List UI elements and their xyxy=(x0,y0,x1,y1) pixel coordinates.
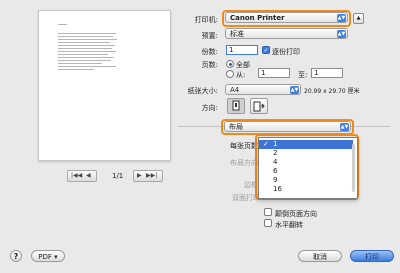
portrait-icon xyxy=(232,100,240,111)
paper-size-value: A4 xyxy=(230,86,240,94)
menu-item-1[interactable]: ✓ 1 xyxy=(259,140,353,149)
section-popup-value: 布局 xyxy=(229,123,243,131)
pages-per-sheet-menu[interactable]: ✓ 1 2 4 6 9 16 xyxy=(258,137,358,199)
popup-arrows-icon: ▲▼ xyxy=(340,123,349,131)
flip-horizontal-checkbox[interactable] xyxy=(264,219,272,227)
popup-arrows-icon: ▲▼ xyxy=(337,14,346,22)
copies-field[interactable]: 1 xyxy=(226,45,258,55)
popup-arrows-icon: ▲▼ xyxy=(337,30,346,38)
paper-dimensions: 20.99 x 29.70 厘米 xyxy=(304,88,360,95)
last-page-icon: ▶▶| xyxy=(146,172,158,179)
next-last-page-button[interactable]: ▶ ▶▶| xyxy=(133,170,163,182)
page-count: 1/1 xyxy=(112,172,124,180)
pages-from-field[interactable]: 1 xyxy=(258,68,290,78)
section-popup[interactable]: 布局 ▲▼ xyxy=(224,121,351,132)
flip-horizontal-label: 水平翻转 xyxy=(275,221,303,229)
menu-item-4[interactable]: 4 xyxy=(259,158,353,167)
pages-range-radio[interactable] xyxy=(226,70,234,78)
copies-label: 份数: xyxy=(201,48,218,56)
menu-item-9[interactable]: 9 xyxy=(259,176,353,185)
preset-label: 预置: xyxy=(201,32,218,40)
menu-item-6[interactable]: 6 xyxy=(259,167,353,176)
checkmark-icon: ✓ xyxy=(263,140,269,148)
cancel-button[interactable]: 取消 xyxy=(298,250,342,262)
print-button[interactable]: 打印 xyxy=(350,250,394,262)
pages-all-label: 全部 xyxy=(236,61,250,69)
layout-direction-label: 布局方向 xyxy=(230,159,258,167)
printer-value: Canon Printer xyxy=(230,14,285,22)
next-page-icon: ▶ xyxy=(137,172,142,179)
orientation-label: 方向: xyxy=(201,104,218,112)
popup-arrows-icon: ▲▼ xyxy=(290,86,299,94)
reverse-orientation-checkbox[interactable] xyxy=(264,208,272,216)
pages-to-field[interactable]: 1 xyxy=(311,68,343,78)
menu-item-2[interactable]: 2 xyxy=(259,149,353,158)
paper-size-label: 纸张大小: xyxy=(187,87,218,95)
first-previous-page-button[interactable]: |◀◀ ◀ xyxy=(67,170,97,182)
printer-label: 打印机: xyxy=(194,16,218,24)
pdf-button[interactable]: PDF ▾ xyxy=(31,250,65,262)
collated-checkbox[interactable]: ✓ xyxy=(262,46,270,54)
pages-from-label: 从: xyxy=(236,71,246,79)
pages-label: 页数: xyxy=(201,61,218,69)
previous-page-icon: ◀ xyxy=(86,172,91,179)
preset-value: 标准 xyxy=(230,30,244,38)
pages-all-radio[interactable] xyxy=(226,60,234,68)
pages-per-sheet-label: 每张页数 xyxy=(230,142,258,150)
reverse-orientation-label: 颠倒页面方向 xyxy=(275,210,317,218)
help-button[interactable]: ? xyxy=(10,250,22,262)
triangle-up-icon: ▲ xyxy=(356,15,361,21)
help-icon: ? xyxy=(13,252,19,261)
print-preview-page xyxy=(38,10,171,161)
landscape-icon xyxy=(253,101,265,112)
printer-popup[interactable]: Canon Printer ▲▼ xyxy=(225,12,348,23)
menu-scrollbar[interactable] xyxy=(352,144,355,192)
collated-label: 逐份打印 xyxy=(272,48,300,56)
first-page-icon: |◀◀ xyxy=(71,172,83,179)
pages-to-label: 至: xyxy=(298,71,308,79)
menu-item-16[interactable]: 16 xyxy=(259,185,353,194)
portrait-button[interactable] xyxy=(227,98,245,114)
paper-size-popup[interactable]: A4 ▲▼ xyxy=(225,84,301,95)
preset-popup[interactable]: 标准 ▲▼ xyxy=(225,28,348,39)
disclosure-button[interactable]: ▲ xyxy=(353,13,364,24)
landscape-button[interactable] xyxy=(250,98,268,114)
